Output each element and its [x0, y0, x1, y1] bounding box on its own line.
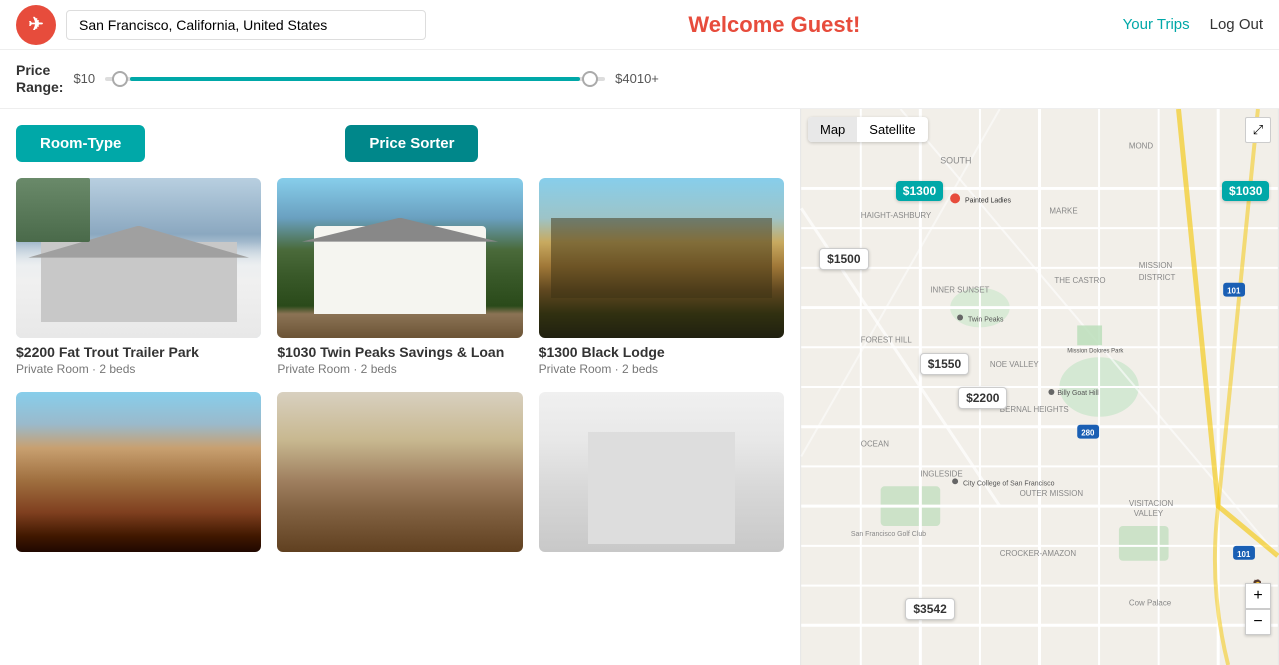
listing-image: [16, 178, 261, 338]
zoom-out-button[interactable]: −: [1245, 609, 1271, 635]
map-controls: Map Satellite: [808, 117, 928, 142]
listing-image: [277, 392, 522, 552]
svg-text:Mission Dolores Park: Mission Dolores Park: [1067, 348, 1123, 354]
listing-image: [277, 178, 522, 338]
map-panel: SOUTH MOND HAIGHT-ASHBURY MARKE INNER SU…: [800, 109, 1279, 665]
price-range-label: Price Range:: [16, 62, 63, 96]
zoom-in-button[interactable]: +: [1245, 583, 1271, 609]
slider-fill: [130, 77, 580, 81]
svg-text:HAIGHT-ASHBURY: HAIGHT-ASHBURY: [861, 211, 932, 220]
nav-logout-link[interactable]: Log Out: [1210, 16, 1263, 33]
header-nav: Your Trips Log Out: [1123, 16, 1263, 33]
svg-text:VALLEY: VALLEY: [1134, 509, 1164, 518]
svg-text:THE CASTRO: THE CASTRO: [1054, 275, 1105, 284]
svg-text:Cow Palace: Cow Palace: [1129, 598, 1172, 607]
listing-card[interactable]: $1030 Twin Peaks Savings & Loan Private …: [277, 178, 522, 376]
listing-title: $2200 Fat Trout Trailer Park: [16, 344, 261, 360]
svg-text:Billy Goat Hill: Billy Goat Hill: [1057, 390, 1099, 397]
price-min: $10: [73, 71, 95, 86]
svg-text:MISSION: MISSION: [1139, 260, 1173, 269]
listing-sub: Private Room · 2 beds: [539, 362, 784, 376]
slider-thumb-right[interactable]: [582, 71, 598, 87]
slider-thumb-left[interactable]: [112, 71, 128, 87]
listings-grid: $2200 Fat Trout Trailer Park Private Roo…: [16, 178, 784, 558]
svg-text:280: 280: [1081, 428, 1095, 437]
svg-text:FOREST HILL: FOREST HILL: [861, 335, 913, 344]
map-zoom-controls: + −: [1245, 583, 1271, 635]
svg-text:San Francisco Golf Club: San Francisco Golf Club: [851, 531, 926, 538]
listing-card[interactable]: [277, 392, 522, 558]
listing-card[interactable]: [16, 392, 261, 558]
svg-text:DISTRICT: DISTRICT: [1139, 272, 1176, 281]
room-type-button[interactable]: Room-Type: [16, 125, 145, 162]
svg-text:INNER SUNSET: INNER SUNSET: [930, 285, 989, 294]
listing-card[interactable]: $1300 Black Lodge Private Room · 2 beds: [539, 178, 784, 376]
listing-card[interactable]: $2200 Fat Trout Trailer Park Private Roo…: [16, 178, 261, 376]
svg-text:SOUTH: SOUTH: [940, 155, 971, 165]
map-button[interactable]: Map: [808, 117, 857, 142]
svg-text:City College of San Francisco: City College of San Francisco: [963, 480, 1055, 487]
map-price-1300[interactable]: $1300: [896, 181, 943, 201]
price-range-bar: Price Range: $10 $4010+: [0, 50, 1279, 109]
search-input[interactable]: [66, 10, 426, 40]
svg-text:CROCKER-AMAZON: CROCKER-AMAZON: [1000, 548, 1077, 557]
listing-image: [16, 392, 261, 552]
price-sorter-button[interactable]: Price Sorter: [345, 125, 478, 162]
map-price-2200[interactable]: $2200: [958, 387, 1007, 409]
map-price-1550[interactable]: $1550: [920, 353, 969, 375]
welcome-text: Welcome Guest!: [688, 12, 860, 37]
listing-image: [539, 178, 784, 338]
price-max: $4010+: [615, 71, 659, 86]
logo: ✈: [16, 5, 56, 45]
listing-image: [539, 392, 784, 552]
map-background: SOUTH MOND HAIGHT-ASHBURY MARKE INNER SU…: [800, 109, 1279, 665]
svg-text:Painted Ladies: Painted Ladies: [965, 197, 1011, 204]
listing-title: $1300 Black Lodge: [539, 344, 784, 360]
listing-card[interactable]: [539, 392, 784, 558]
map-price-3542[interactable]: $3542: [905, 598, 954, 620]
satellite-button[interactable]: Satellite: [857, 117, 927, 142]
svg-text:Twin Peaks: Twin Peaks: [968, 316, 1004, 323]
map-price-1030[interactable]: $1030: [1222, 181, 1269, 201]
svg-text:MARKE: MARKE: [1049, 206, 1077, 215]
svg-text:INGLESIDE: INGLESIDE: [920, 469, 962, 478]
listing-title: $1030 Twin Peaks Savings & Loan: [277, 344, 522, 360]
nav-trips-link[interactable]: Your Trips: [1123, 16, 1190, 33]
map-fullscreen-button[interactable]: ⤢: [1245, 117, 1271, 143]
svg-text:NOE VALLEY: NOE VALLEY: [990, 360, 1040, 369]
svg-text:VISITACION: VISITACION: [1129, 499, 1174, 508]
svg-text:OCEAN: OCEAN: [861, 439, 889, 448]
main: Room-Type Price Sorter $2200 Fat Trout T…: [0, 109, 1279, 665]
header: ✈ Welcome Guest! Your Trips Log Out: [0, 0, 1279, 50]
svg-text:MOND: MOND: [1129, 141, 1154, 150]
price-range-slider[interactable]: [105, 69, 605, 89]
map-price-1500[interactable]: $1500: [819, 248, 868, 270]
listing-sub: Private Room · 2 beds: [16, 362, 261, 376]
left-panel: Room-Type Price Sorter $2200 Fat Trout T…: [0, 109, 800, 665]
svg-text:101: 101: [1227, 286, 1241, 295]
filters-row: Room-Type Price Sorter: [16, 125, 784, 162]
svg-text:101: 101: [1237, 549, 1251, 558]
svg-text:BERNAL HEIGHTS: BERNAL HEIGHTS: [1000, 404, 1069, 413]
header-center: Welcome Guest!: [426, 12, 1123, 38]
svg-text:OUTER MISSION: OUTER MISSION: [1020, 489, 1084, 498]
listing-sub: Private Room · 2 beds: [277, 362, 522, 376]
